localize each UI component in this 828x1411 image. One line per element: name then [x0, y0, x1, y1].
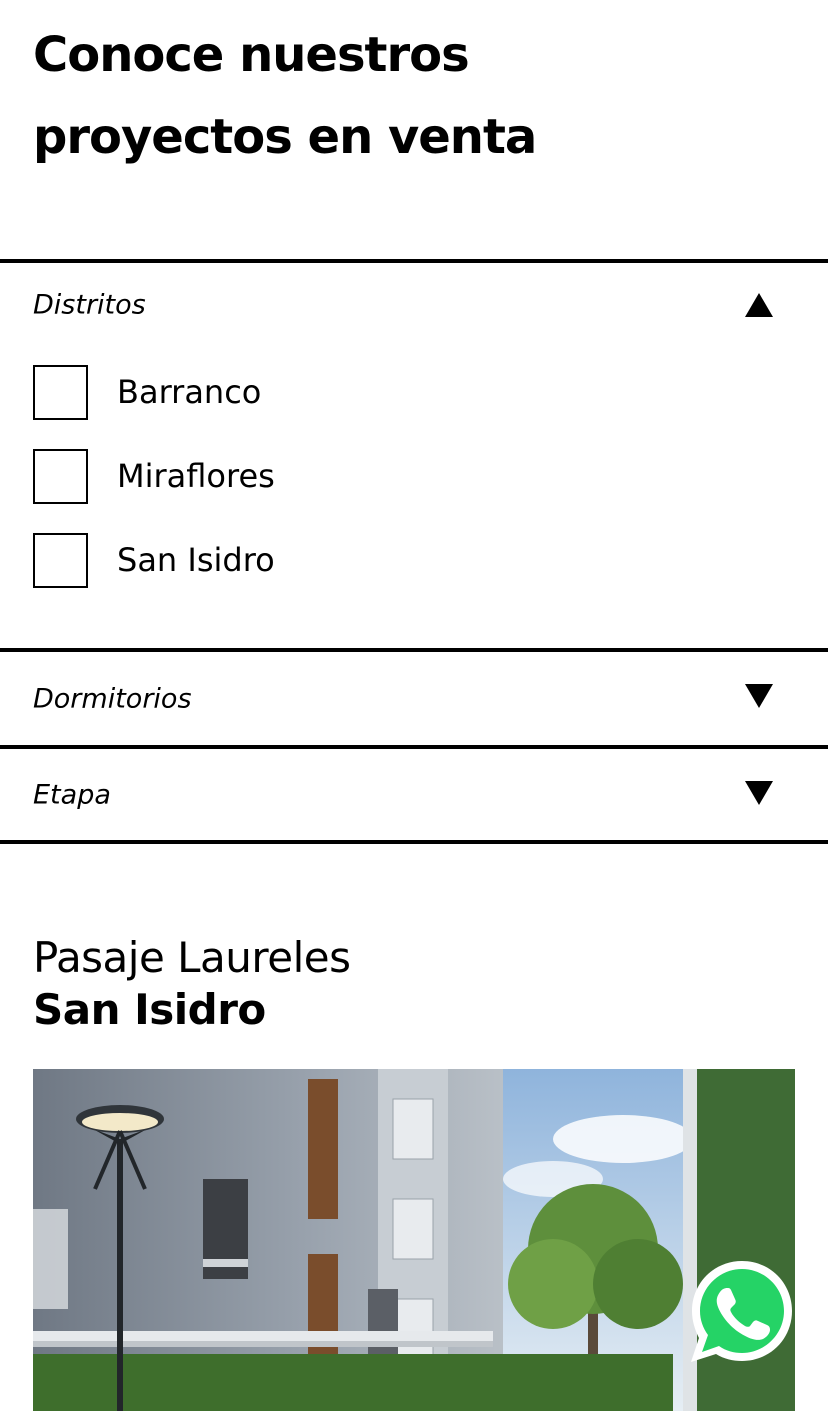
district-option-miraflores[interactable]: Miraflores — [33, 449, 433, 505]
filter-districts-header[interactable]: Distritos — [0, 263, 828, 347]
district-option-label: Miraflores — [117, 457, 275, 495]
page: Conoce nuestros proyectos en venta Distr… — [0, 0, 828, 1411]
barranco-checkbox[interactable] — [33, 365, 88, 420]
divider — [0, 840, 828, 844]
filter-stage-label: Etapa — [33, 779, 111, 810]
miraflores-checkbox[interactable] — [33, 449, 88, 504]
triangle-down-icon — [745, 781, 773, 805]
filter-districts-label: Distritos — [33, 289, 146, 321]
district-option-barranco[interactable]: Barranco — [33, 365, 433, 421]
triangle-up-icon — [745, 293, 773, 317]
filter-stage-header[interactable]: Etapa — [0, 749, 828, 840]
filter-bedrooms-header[interactable]: Dormitorios — [0, 652, 828, 745]
district-option-san-isidro[interactable]: San Isidro — [33, 533, 433, 589]
triangle-down-icon — [745, 684, 773, 708]
project-district: San Isidro — [33, 985, 266, 1034]
project-name[interactable]: Pasaje Laureles — [33, 932, 351, 984]
district-option-label: San Isidro — [117, 541, 275, 579]
whatsapp-icon — [691, 1261, 792, 1362]
san-isidro-checkbox[interactable] — [33, 533, 88, 588]
building-rendering — [33, 1069, 795, 1411]
whatsapp-button[interactable] — [687, 1256, 797, 1366]
district-option-label: Barranco — [117, 373, 262, 411]
filter-bedrooms-label: Dormitorios — [33, 683, 192, 714]
page-title: Conoce nuestros proyectos en venta — [33, 27, 537, 165]
project-image[interactable] — [33, 1069, 795, 1411]
